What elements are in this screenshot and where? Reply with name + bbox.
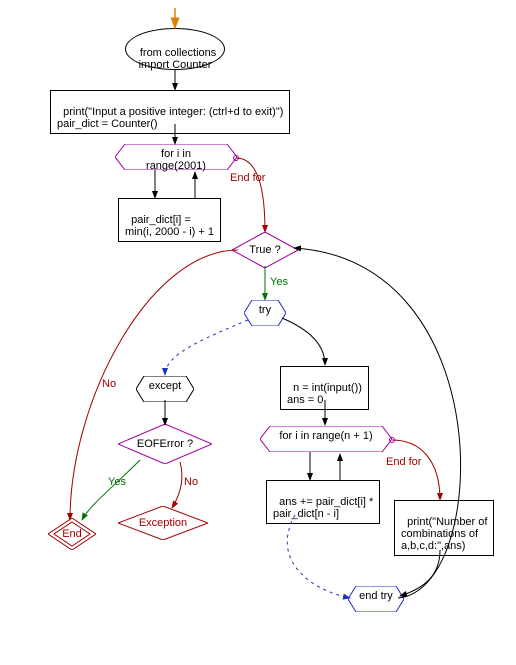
label-endfor-1: End for bbox=[230, 172, 265, 184]
node-endtry-text: end try bbox=[348, 586, 404, 606]
node-end-text: End bbox=[62, 528, 82, 540]
node-exception-text: Exception bbox=[139, 517, 187, 529]
node-eof-text: EOFError ? bbox=[137, 438, 193, 450]
node-try-text: try bbox=[244, 300, 286, 320]
node-while-text: True ? bbox=[249, 244, 280, 256]
node-for2-text: for i in range(n + 1) bbox=[260, 426, 392, 446]
edges-svg bbox=[0, 0, 516, 665]
label-endfor-2: End for bbox=[386, 456, 421, 468]
label-no-while: No bbox=[102, 378, 116, 390]
label-yes-eof: Yes bbox=[108, 476, 126, 488]
label-no-eof: No bbox=[184, 476, 198, 488]
label-yes-while: Yes bbox=[270, 276, 288, 288]
node-except-text: except bbox=[136, 376, 194, 396]
node-for1-text: for i in range(2001) bbox=[115, 144, 237, 176]
node-for1: for i in range(2001) bbox=[115, 144, 237, 170]
